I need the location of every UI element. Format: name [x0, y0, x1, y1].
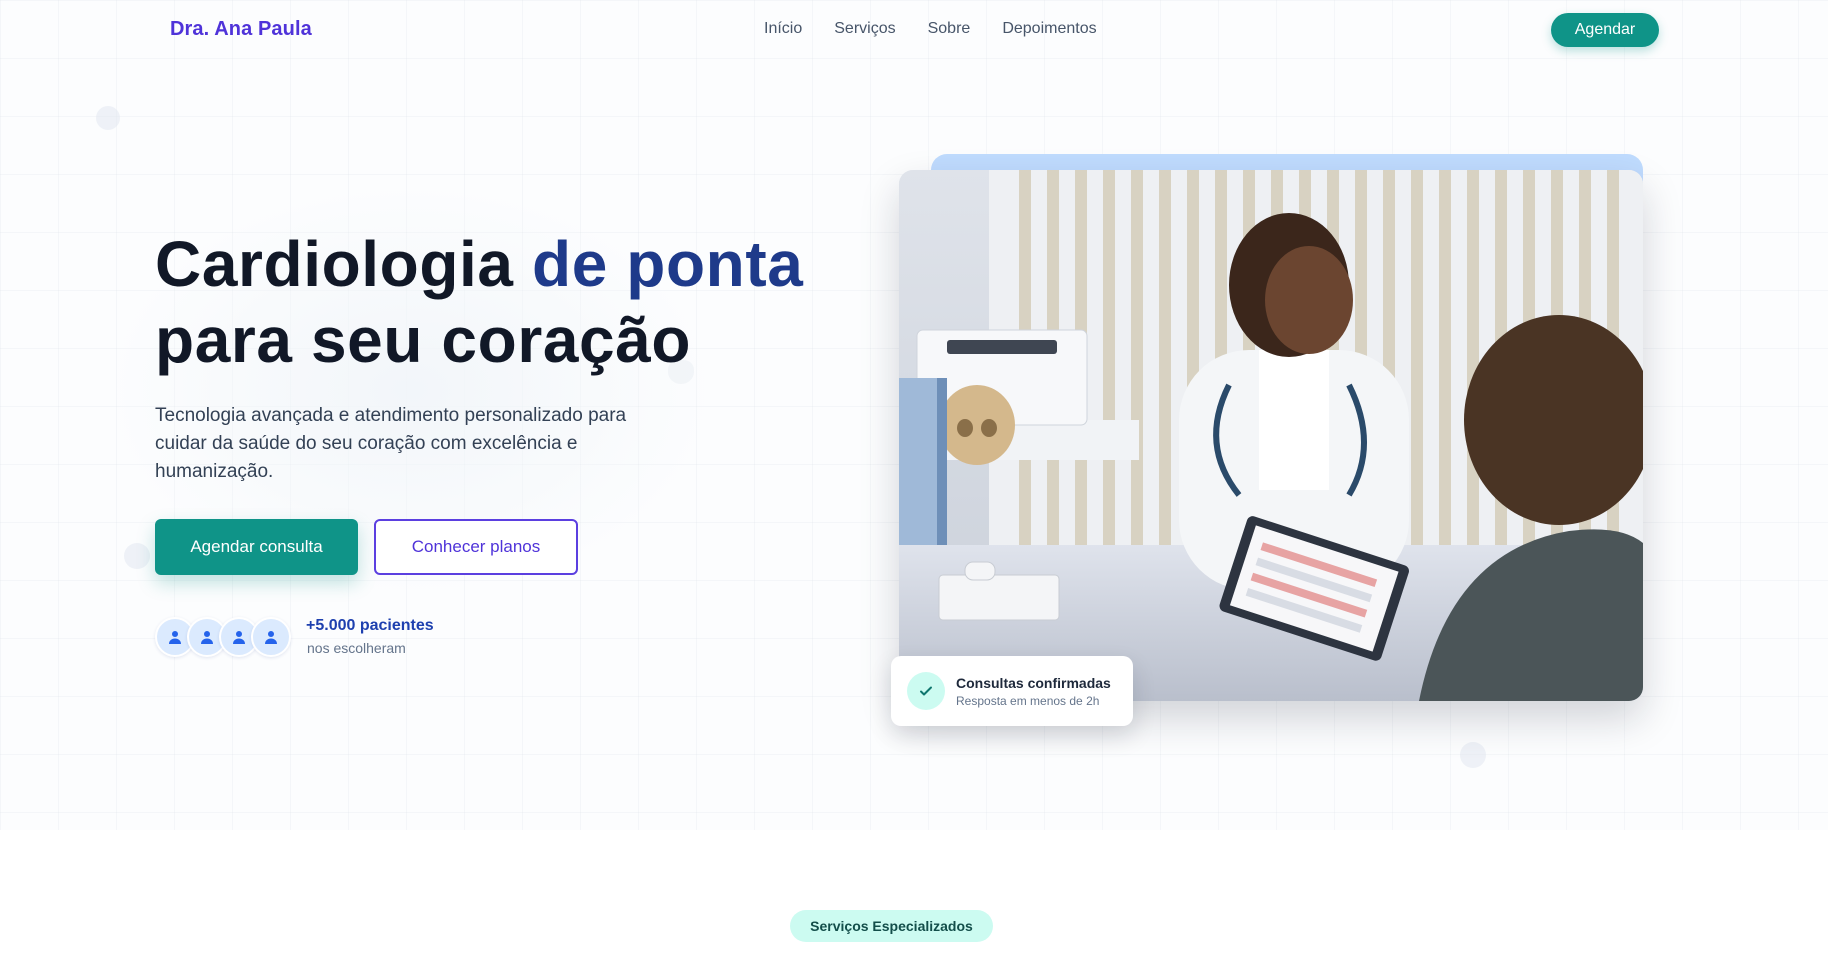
patients-label: nos escolheram: [307, 640, 406, 656]
schedule-consultation-button[interactable]: Agendar consulta: [155, 519, 358, 575]
decor-dot: [1460, 742, 1486, 768]
status-card-subtitle: Resposta em menos de 2h: [956, 694, 1100, 708]
patients-count: +5.000 pacientes: [306, 617, 434, 634]
hero-title-accent: de ponta: [532, 228, 804, 300]
services-section-pill: Serviços Especializados: [790, 910, 993, 942]
check-icon-wrap: [907, 672, 945, 710]
nav-link-inicio[interactable]: Início: [764, 20, 802, 38]
user-icon: [169, 631, 181, 644]
nav-link-depoimentos[interactable]: Depoimentos: [1002, 20, 1096, 38]
avatar: [251, 617, 291, 657]
hero-title-line2: para seu coração: [155, 304, 692, 376]
user-icon: [201, 631, 213, 644]
doctor-consultation-photo: [899, 170, 1643, 701]
doctor-photo-illustration: [899, 170, 1643, 701]
nav-link-sobre[interactable]: Sobre: [928, 20, 971, 38]
appointments-status-card: Consultas confirmadas Resposta em menos …: [891, 656, 1133, 726]
hero-title: Cardiologia de ponta para seu coração: [155, 226, 804, 378]
decor-dot: [124, 543, 150, 569]
nav-link-servicos[interactable]: Serviços: [834, 20, 895, 38]
nav-links: Início Serviços Sobre Depoimentos: [764, 20, 1097, 38]
hero-title-part1: Cardiologia: [155, 228, 514, 300]
decor-dot: [96, 106, 120, 130]
check-icon: [920, 686, 932, 696]
hero-subtitle: Tecnologia avançada e atendimento person…: [155, 405, 627, 482]
brand-logo[interactable]: Dra. Ana Paula: [170, 18, 312, 41]
user-icon: [233, 631, 245, 644]
user-icon: [265, 631, 277, 644]
status-card-title: Consultas confirmadas: [956, 675, 1111, 691]
view-plans-button[interactable]: Conhecer planos: [374, 519, 578, 575]
top-nav: Dra. Ana Paula Início Serviços Sobre Dep…: [0, 0, 1828, 62]
nav-schedule-button[interactable]: Agendar: [1551, 13, 1659, 47]
